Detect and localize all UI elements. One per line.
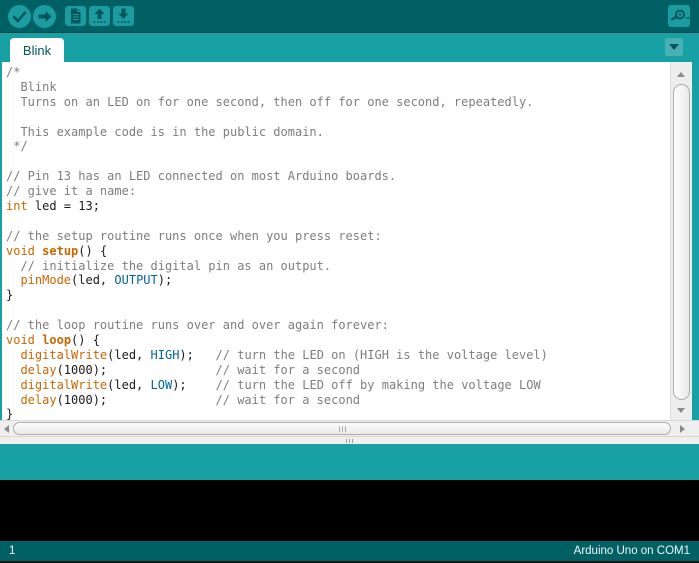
code-line: delay(1000); // wait for a second bbox=[6, 363, 670, 378]
code-line bbox=[6, 214, 670, 229]
upload-button[interactable] bbox=[33, 5, 56, 28]
code-line: int led = 13; bbox=[6, 199, 670, 214]
tab-blink[interactable]: Blink bbox=[10, 38, 64, 62]
verify-icon bbox=[8, 5, 31, 28]
code-line: // give it a name: bbox=[6, 184, 670, 199]
verify-button[interactable] bbox=[8, 5, 31, 28]
splitter-grip bbox=[346, 439, 353, 443]
editor-region: /* Blink Turns on an LED on for one seco… bbox=[0, 62, 699, 420]
tab-menu-button[interactable] bbox=[665, 38, 683, 56]
open-button[interactable] bbox=[89, 6, 110, 26]
code-line: void loop() { bbox=[6, 333, 670, 348]
save-button[interactable] bbox=[113, 6, 134, 26]
code-line bbox=[6, 303, 670, 318]
upload-icon bbox=[33, 5, 56, 28]
code-line: delay(1000); // wait for a second bbox=[6, 393, 670, 408]
console-output[interactable] bbox=[0, 480, 699, 541]
arduino-ide-window: Blink /* Blink Turns on an LED on for on… bbox=[0, 0, 699, 563]
code-line: This example code is in the public domai… bbox=[6, 125, 670, 140]
code-line: void setup() { bbox=[6, 244, 670, 259]
code-line bbox=[6, 110, 670, 125]
code-line: Turns on an LED on for one second, then … bbox=[6, 95, 670, 110]
code-line: // the loop routine runs over and over a… bbox=[6, 318, 670, 333]
new-sketch-button[interactable] bbox=[65, 6, 86, 26]
vertical-scrollbar-thumb[interactable] bbox=[673, 84, 690, 400]
scrollbar-grip bbox=[339, 426, 346, 432]
horizontal-scrollbar[interactable] bbox=[0, 420, 699, 437]
code-line: } bbox=[6, 407, 670, 420]
code-line: // Pin 13 has an LED connected on most A… bbox=[6, 169, 670, 184]
code-line: digitalWrite(led, HIGH); // turn the LED… bbox=[6, 348, 670, 363]
toolbar bbox=[0, 0, 699, 33]
scroll-up-arrow[interactable] bbox=[677, 72, 685, 77]
code-line: */ bbox=[6, 139, 670, 154]
open-icon bbox=[89, 6, 110, 26]
code-line: digitalWrite(led, LOW); // turn the LED … bbox=[6, 378, 670, 393]
serial-monitor-icon bbox=[668, 5, 690, 27]
code-line: /* bbox=[6, 65, 670, 80]
code-line: pinMode(led, OUTPUT); bbox=[6, 273, 670, 288]
scroll-down-arrow[interactable] bbox=[677, 408, 685, 413]
board-port-status: Arduino Uno on COM1 bbox=[574, 545, 690, 557]
line-number-indicator: 1 bbox=[9, 545, 15, 557]
horizontal-scrollbar-thumb[interactable] bbox=[13, 422, 671, 435]
save-icon bbox=[113, 6, 134, 26]
vertical-scrollbar[interactable] bbox=[670, 62, 692, 420]
code-line: Blink bbox=[6, 80, 670, 95]
footer-status-bar: 1 Arduino Uno on COM1 bbox=[0, 541, 699, 561]
code-line: // initialize the digital pin as an outp… bbox=[6, 259, 670, 274]
status-message-strip bbox=[0, 444, 699, 480]
tab-bar: Blink bbox=[0, 33, 699, 62]
console-splitter[interactable] bbox=[0, 437, 699, 444]
scroll-left-arrow[interactable] bbox=[4, 425, 9, 433]
chevron-down-icon bbox=[669, 44, 679, 50]
scroll-right-arrow[interactable] bbox=[680, 425, 685, 433]
new-sketch-icon bbox=[65, 6, 86, 26]
code-line: // the setup routine runs once when you … bbox=[6, 229, 670, 244]
tab-label: Blink bbox=[23, 43, 51, 58]
code-area[interactable]: /* Blink Turns on an LED on for one seco… bbox=[2, 62, 670, 420]
code-line bbox=[6, 154, 670, 169]
code-line: } bbox=[6, 288, 670, 303]
serial-monitor-button[interactable] bbox=[668, 5, 690, 27]
